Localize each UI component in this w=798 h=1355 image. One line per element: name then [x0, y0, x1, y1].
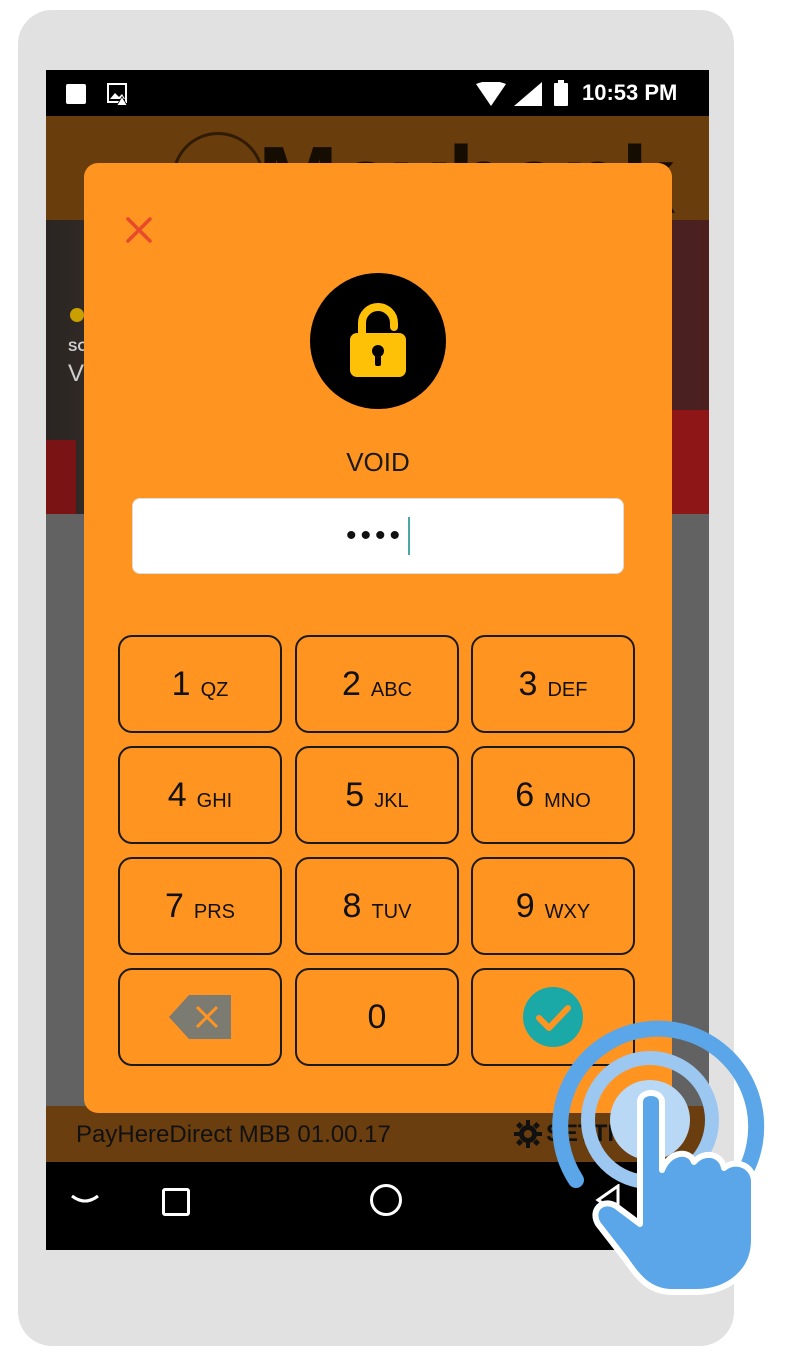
- key-8[interactable]: 8 TUV: [295, 857, 459, 955]
- banner-badge-icon: [70, 308, 84, 322]
- signal-icon: [514, 82, 542, 106]
- gear-icon[interactable]: [514, 1120, 542, 1148]
- text-caret: [408, 517, 410, 555]
- key-7[interactable]: 7 PRS: [118, 857, 282, 955]
- key-1[interactable]: 1 QZ: [118, 635, 282, 733]
- pin-value: ••••: [345, 519, 404, 552]
- wifi-icon: [476, 82, 506, 106]
- battery-icon: [554, 80, 568, 106]
- image-warning-icon: [107, 83, 128, 106]
- notification-icon: [66, 84, 86, 104]
- backspace-icon: [169, 995, 231, 1039]
- backspace-button[interactable]: [118, 968, 282, 1066]
- pin-dialog: VOID •••• 1 QZ 2 ABC 3 DEF 4 GHI 5 JKL 6…: [84, 163, 672, 1113]
- close-icon[interactable]: [122, 213, 156, 247]
- tap-gesture-icon: [552, 1020, 765, 1295]
- status-time: 10:53 PM: [582, 80, 678, 105]
- lock-icon: [350, 303, 406, 377]
- chevron-down-icon[interactable]: [70, 1192, 100, 1208]
- dialog-title: VOID: [346, 447, 410, 477]
- home-button[interactable]: [370, 1184, 402, 1216]
- key-5[interactable]: 5 JKL: [295, 746, 459, 844]
- key-2[interactable]: 2 ABC: [295, 635, 459, 733]
- banner-subtext: V: [68, 360, 85, 387]
- status-bar: 10:53 PM: [46, 70, 709, 116]
- key-3[interactable]: 3 DEF: [471, 635, 635, 733]
- key-6[interactable]: 6 MNO: [471, 746, 635, 844]
- recent-apps-button[interactable]: [162, 1188, 190, 1216]
- lock-badge: [310, 273, 446, 409]
- key-9[interactable]: 9 WXY: [471, 857, 635, 955]
- app-version: PayHereDirect MBB 01.00.17: [76, 1121, 391, 1148]
- key-0[interactable]: 0: [295, 968, 459, 1066]
- key-4[interactable]: 4 GHI: [118, 746, 282, 844]
- banner-decor: [46, 440, 76, 514]
- pin-input[interactable]: ••••: [132, 498, 624, 574]
